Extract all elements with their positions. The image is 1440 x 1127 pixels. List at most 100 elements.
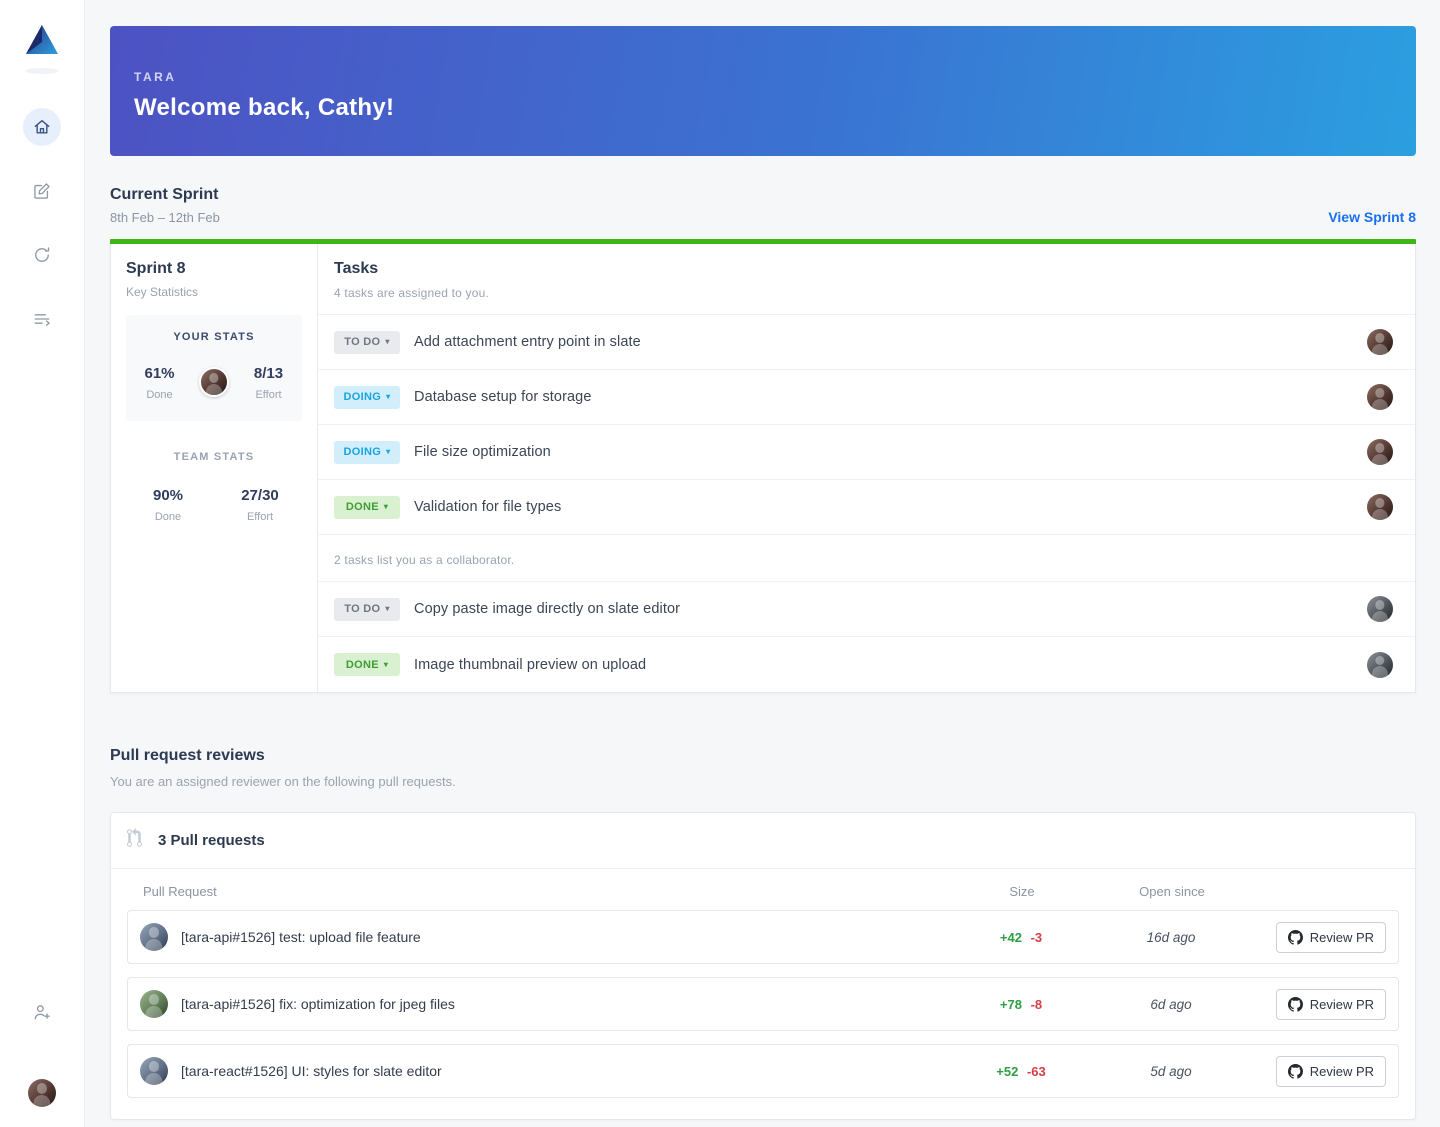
task-title: Copy paste image directly on slate edito… — [414, 601, 681, 617]
current-sprint-header: Current Sprint 8th Feb – 12th Feb View S… — [110, 186, 1416, 225]
sidebar-item-workflows[interactable] — [23, 300, 61, 338]
pr-author-avatar — [140, 990, 168, 1018]
task-status-dropdown[interactable]: DOING ▾ — [334, 440, 400, 464]
tara-logo — [20, 18, 64, 62]
chevron-down-icon: ▾ — [385, 337, 390, 346]
review-pr-label: Review PR — [1309, 1063, 1374, 1079]
sidebar-item-home[interactable] — [23, 108, 61, 146]
task-row[interactable]: DOING ▾ Database setup for storage — [318, 370, 1415, 425]
user-avatar[interactable] — [28, 1079, 56, 1107]
pr-row[interactable]: [tara-react#1526] UI: styles for slate e… — [127, 1044, 1399, 1098]
task-status-dropdown[interactable]: DONE ▾ — [334, 495, 400, 519]
welcome-banner: TARA Welcome back, Cathy! — [110, 26, 1416, 156]
pr-open-since: 6d ago — [1150, 996, 1192, 1012]
task-status-label: DOING — [343, 391, 382, 403]
pr-author-avatar — [140, 1057, 168, 1085]
main-content: TARA Welcome back, Cathy! Current Sprint… — [85, 0, 1440, 1127]
sidebar-item-compose[interactable] — [23, 172, 61, 210]
team-done-label: Done — [154, 511, 182, 523]
app-root: TARA Welcome back, Cathy! Current Sprint… — [0, 0, 1440, 1127]
pull-request-icon — [127, 828, 147, 853]
your-stats-panel: YOUR STATS 61% Done 8/13 Effort — [126, 315, 302, 421]
task-assignee-avatar — [1367, 494, 1393, 520]
task-row[interactable]: DONE ▾ Validation for file types — [318, 480, 1415, 535]
task-status-label: TO DO — [344, 603, 381, 615]
team-effort-value: 27/30 — [241, 487, 279, 504]
team-done-value: 90% — [152, 487, 184, 504]
pr-additions: +42 — [999, 929, 1022, 945]
task-title: Image thumbnail preview on upload — [414, 656, 647, 673]
task-status-label: DOING — [343, 446, 382, 458]
home-icon — [32, 117, 52, 137]
pr-deletions: -8 — [1030, 996, 1043, 1012]
pr-size: +42 -3 — [966, 930, 1076, 945]
your-effort-value: 8/13 — [253, 365, 284, 382]
compose-icon — [32, 181, 52, 201]
add-user-icon — [32, 1002, 52, 1022]
pr-title: [tara-api#1526] fix: optimization for jp… — [181, 996, 455, 1012]
task-status-dropdown[interactable]: DOING ▾ — [334, 385, 400, 409]
pr-row[interactable]: [tara-api#1526] test: upload file featur… — [127, 910, 1399, 964]
task-row[interactable]: DONE ▾ Image thumbnail preview on upload — [318, 637, 1415, 692]
task-status-label: TO DO — [344, 336, 381, 348]
pr-card-title: 3 Pull requests — [158, 832, 265, 849]
task-assignee-avatar — [1367, 651, 1393, 678]
sprint-cycle-icon — [32, 245, 52, 265]
task-row[interactable]: TO DO ▾ Add attachment entry point in sl… — [318, 315, 1415, 370]
pr-title: [tara-react#1526] UI: styles for slate e… — [181, 1063, 442, 1079]
pr-deletions: -3 — [1030, 929, 1043, 945]
team-effort-label: Effort — [246, 511, 274, 523]
task-row[interactable]: DOING ▾ File size optimization — [318, 425, 1415, 480]
review-pr-label: Review PR — [1309, 929, 1374, 945]
tasks-panel: Tasks 4 tasks are assigned to you. TO DO… — [318, 244, 1415, 692]
task-assignee-avatar — [1367, 329, 1393, 355]
review-pr-button[interactable]: Review PR — [1275, 921, 1386, 953]
sprint-stats-panel: Sprint 8 Key Statistics YOUR STATS 61% D… — [111, 244, 318, 692]
pr-additions: +78 — [999, 996, 1022, 1012]
task-status-dropdown[interactable]: TO DO ▾ — [334, 597, 400, 621]
github-icon — [1287, 1063, 1303, 1079]
task-status-label: DONE — [345, 501, 379, 513]
sprint-date-range: 8th Feb – 12th Feb — [110, 210, 220, 225]
your-stats-avatar — [199, 367, 229, 397]
assigned-tasks-note: 4 tasks are assigned to you. — [334, 286, 490, 300]
pr-column-size: Size — [1009, 884, 1035, 899]
tasks-title: Tasks — [334, 260, 379, 277]
chevron-down-icon: ▾ — [386, 392, 391, 401]
pr-size: +78 -8 — [966, 997, 1076, 1012]
pr-section-title: Pull request reviews — [110, 747, 265, 764]
pr-size: +52 -63 — [966, 1064, 1076, 1079]
view-sprint-link[interactable]: View Sprint 8 — [1328, 209, 1416, 225]
task-row[interactable]: TO DO ▾ Copy paste image directly on sla… — [318, 582, 1415, 637]
sidebar — [0, 0, 85, 1127]
chevron-down-icon: ▾ — [386, 447, 391, 456]
workflow-icon — [32, 309, 52, 329]
task-assignee-avatar — [1367, 439, 1393, 465]
task-status-label: DONE — [345, 658, 379, 671]
your-effort-label: Effort — [255, 389, 282, 401]
pr-table-header: Pull Request Size Open since — [111, 869, 1415, 910]
github-icon — [1287, 996, 1303, 1012]
sprint-card: Sprint 8 Key Statistics YOUR STATS 61% D… — [110, 244, 1416, 693]
sprint-name: Sprint 8 — [126, 260, 186, 277]
pr-column-title: Pull Request — [143, 884, 217, 899]
collaborator-tasks-note: 2 tasks list you as a collaborator. — [318, 535, 1415, 582]
task-title: Database setup for storage — [414, 389, 592, 405]
invite-user-button[interactable] — [23, 993, 61, 1031]
sidebar-item-sprints[interactable] — [23, 236, 61, 274]
pr-section-subtitle: You are an assigned reviewer on the foll… — [110, 774, 456, 789]
review-pr-button[interactable]: Review PR — [1275, 988, 1386, 1020]
current-sprint-title: Current Sprint — [110, 186, 219, 203]
pr-row[interactable]: [tara-api#1526] fix: optimization for jp… — [127, 977, 1399, 1031]
review-pr-button[interactable]: Review PR — [1275, 1055, 1386, 1087]
pr-column-open-since: Open since — [1139, 884, 1205, 899]
pr-author-avatar — [140, 923, 168, 951]
logo-shadow — [25, 68, 59, 74]
your-done-value: 61% — [144, 365, 175, 382]
task-assignee-avatar — [1367, 596, 1393, 622]
pr-additions: +52 — [996, 1063, 1019, 1079]
chevron-down-icon: ▾ — [383, 659, 389, 669]
app-name: TARA — [134, 70, 177, 84]
task-status-dropdown[interactable]: DONE ▾ — [334, 653, 400, 676]
task-status-dropdown[interactable]: TO DO ▾ — [334, 330, 400, 354]
